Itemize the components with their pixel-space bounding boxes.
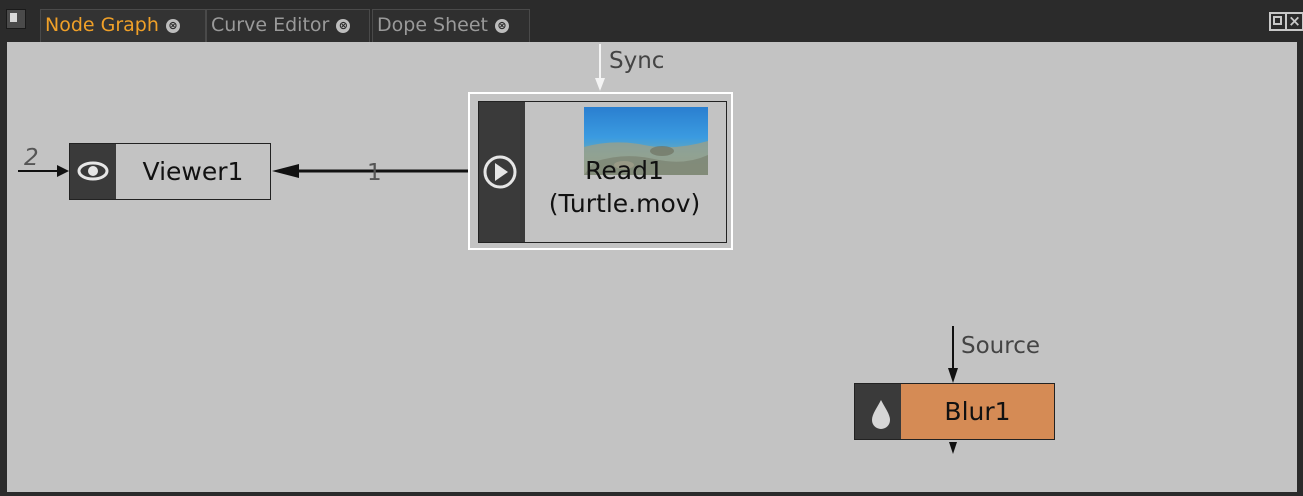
tab-curve-editor-label: Curve Editor	[211, 14, 330, 36]
close-pane-icon[interactable]: ×	[1285, 12, 1303, 31]
node-graph-canvas[interactable]: 2 1 Sync Source Viewer1 Read1 (Turtle.mo…	[7, 42, 1297, 492]
edge-label-input-2: 2	[24, 145, 39, 171]
edge-label-source: Source	[961, 333, 1040, 359]
play-icon	[483, 155, 517, 189]
blur-node[interactable]: Blur1	[854, 383, 1055, 440]
pane-menu-icon[interactable]	[6, 9, 26, 29]
viewer-node-label: Viewer1	[142, 157, 244, 186]
tab-node-graph[interactable]: Node Graph ⊗	[40, 9, 206, 42]
blur-node-icon-strip	[855, 384, 901, 439]
tab-bar: Node Graph ⊗ Curve Editor ⊗ Dope Sheet ⊗ ×	[0, 0, 1303, 42]
blur-node-label: Blur1	[944, 397, 1011, 426]
edge-label-sync: Sync	[609, 48, 665, 74]
read-node-label-file: (Turtle.mov)	[548, 189, 701, 218]
tab-dope-sheet-close-icon[interactable]: ⊗	[494, 18, 509, 33]
viewer-node[interactable]: Viewer1	[69, 143, 271, 200]
blur-output-arrow[interactable]	[949, 442, 957, 454]
tab-curve-editor-close-icon[interactable]: ⊗	[336, 18, 351, 33]
read-node-icon-strip	[479, 102, 525, 242]
droplet-icon	[872, 400, 890, 429]
eye-icon	[77, 161, 109, 181]
read-node-label-name: Read1	[585, 156, 664, 185]
tab-dope-sheet-label: Dope Sheet	[377, 14, 488, 36]
tab-dope-sheet[interactable]: Dope Sheet ⊗	[372, 9, 530, 42]
viewer-node-icon-strip	[70, 144, 116, 199]
tab-node-graph-label: Node Graph	[45, 14, 159, 36]
edge-read-sync-input[interactable]	[595, 44, 605, 91]
tab-node-graph-close-icon[interactable]: ⊗	[165, 18, 180, 33]
edge-blur-source-input[interactable]	[948, 326, 958, 383]
tab-curve-editor[interactable]: Curve Editor ⊗	[206, 9, 370, 42]
read-node-body: Read1 (Turtle.mov)	[478, 101, 727, 243]
read-node[interactable]: Read1 (Turtle.mov)	[468, 92, 733, 250]
read-node-label: Read1 (Turtle.mov)	[525, 154, 724, 220]
edge-label-read-to-viewer: 1	[367, 160, 382, 186]
